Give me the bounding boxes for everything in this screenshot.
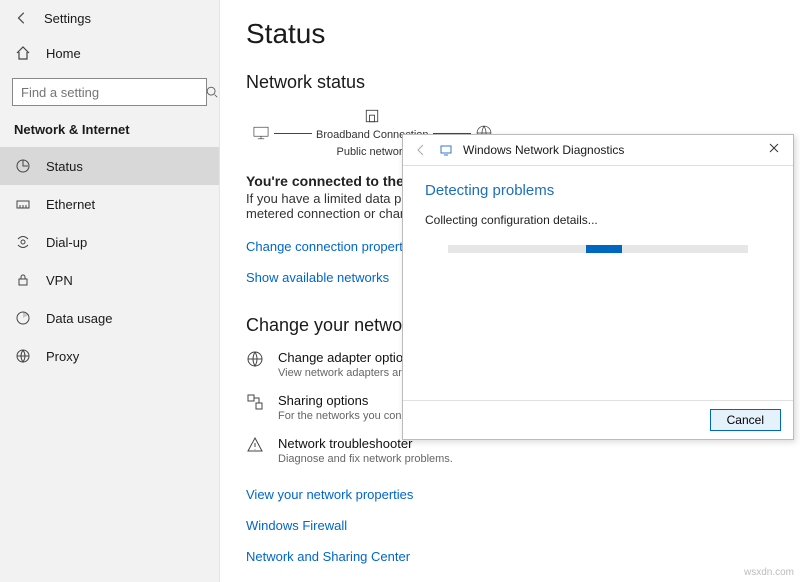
status-icon <box>14 157 32 175</box>
sidebar-item-label: Proxy <box>46 349 79 364</box>
progress-bar <box>448 245 748 253</box>
computer-icon <box>252 124 270 142</box>
diagnostics-icon <box>437 141 455 159</box>
data-usage-icon <box>14 309 32 327</box>
sidebar-item-proxy[interactable]: Proxy <box>0 337 219 375</box>
nav-list: Status Ethernet Dial-up VPN Data usage P… <box>0 147 219 375</box>
sidebar-item-label: Data usage <box>46 311 113 326</box>
sidebar-item-dialup[interactable]: Dial-up <box>0 223 219 261</box>
vpn-icon <box>14 271 32 289</box>
home-label: Home <box>46 46 81 61</box>
sidebar: Settings Home Network & Internet Status … <box>0 0 220 582</box>
cancel-button[interactable]: Cancel <box>710 409 781 431</box>
sidebar-item-vpn[interactable]: VPN <box>0 261 219 299</box>
sidebar-item-datausage[interactable]: Data usage <box>0 299 219 337</box>
home-nav[interactable]: Home <box>0 36 219 70</box>
link-network-properties[interactable]: View your network properties <box>246 487 413 502</box>
link-change-connection-properties[interactable]: Change connection properties <box>246 239 419 254</box>
sidebar-item-ethernet[interactable]: Ethernet <box>0 185 219 223</box>
option-sub: Diagnose and fix network problems. <box>278 453 453 465</box>
sidebar-item-label: Ethernet <box>46 197 95 212</box>
dialog-message: Collecting configuration details... <box>425 213 771 227</box>
dialup-icon <box>14 233 32 251</box>
dialog-back-icon[interactable] <box>413 144 429 156</box>
search-icon <box>205 85 219 99</box>
dialog-title-bar: Windows Network Diagnostics <box>463 143 624 157</box>
sidebar-item-status[interactable]: Status <box>0 147 219 185</box>
sidebar-item-label: Dial-up <box>46 235 87 250</box>
close-icon[interactable] <box>763 141 785 155</box>
back-icon[interactable] <box>14 10 30 26</box>
ethernet-icon <box>14 195 32 213</box>
progress-chunk <box>586 245 622 253</box>
page-title: Status <box>246 18 774 50</box>
watermark: wsxdn.com <box>744 567 794 578</box>
link-windows-firewall[interactable]: Windows Firewall <box>246 518 347 533</box>
sidebar-item-label: Status <box>46 159 83 174</box>
connection-line <box>274 133 312 134</box>
search-input[interactable] <box>13 85 205 100</box>
search-box[interactable] <box>12 78 207 106</box>
option-troubleshooter[interactable]: Network troubleshooter Diagnose and fix … <box>246 436 774 465</box>
dialog-heading: Detecting problems <box>425 182 771 199</box>
diagnostics-dialog: Windows Network Diagnostics Detecting pr… <box>402 134 794 440</box>
sidebar-item-label: VPN <box>46 273 73 288</box>
router-icon <box>363 107 381 125</box>
sharing-icon <box>246 393 264 411</box>
network-type: Public network <box>336 146 408 159</box>
link-show-available-networks[interactable]: Show available networks <box>246 270 389 285</box>
proxy-icon <box>14 347 32 365</box>
network-status-heading: Network status <box>246 72 774 93</box>
section-label: Network & Internet <box>0 118 219 147</box>
adapter-icon <box>246 350 264 368</box>
home-icon <box>14 44 32 62</box>
settings-title: Settings <box>44 11 91 26</box>
warning-icon <box>246 436 264 454</box>
link-sharing-center[interactable]: Network and Sharing Center <box>246 549 410 564</box>
